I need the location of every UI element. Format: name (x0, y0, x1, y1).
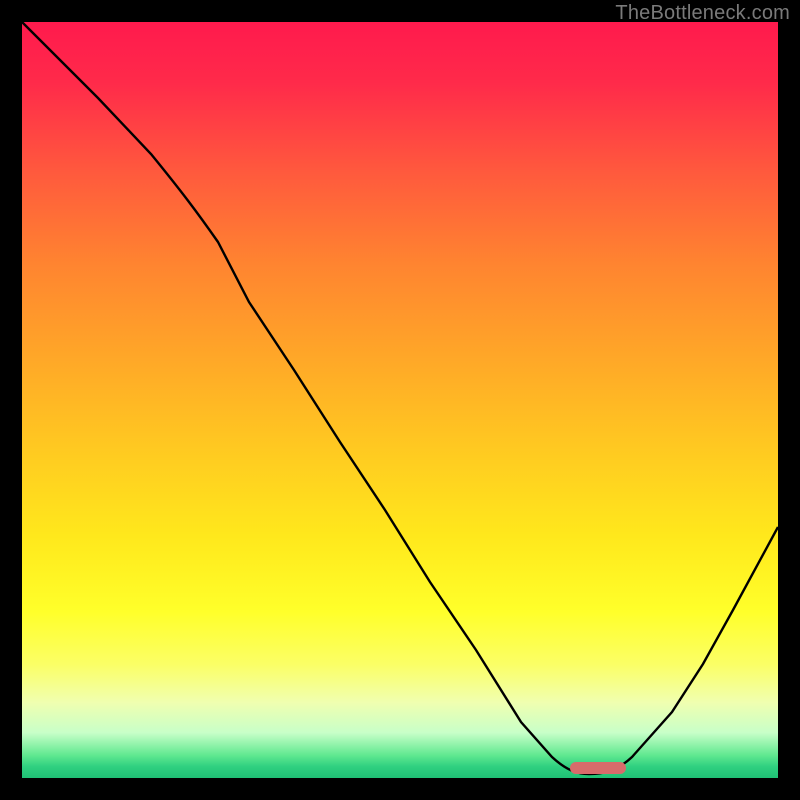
optimal-range-marker (570, 762, 626, 774)
watermark-text: TheBottleneck.com (615, 2, 790, 25)
plot-area (22, 22, 778, 778)
bottleneck-curve (22, 22, 778, 774)
chart-frame: TheBottleneck.com (0, 0, 800, 800)
curve-svg (22, 22, 778, 778)
